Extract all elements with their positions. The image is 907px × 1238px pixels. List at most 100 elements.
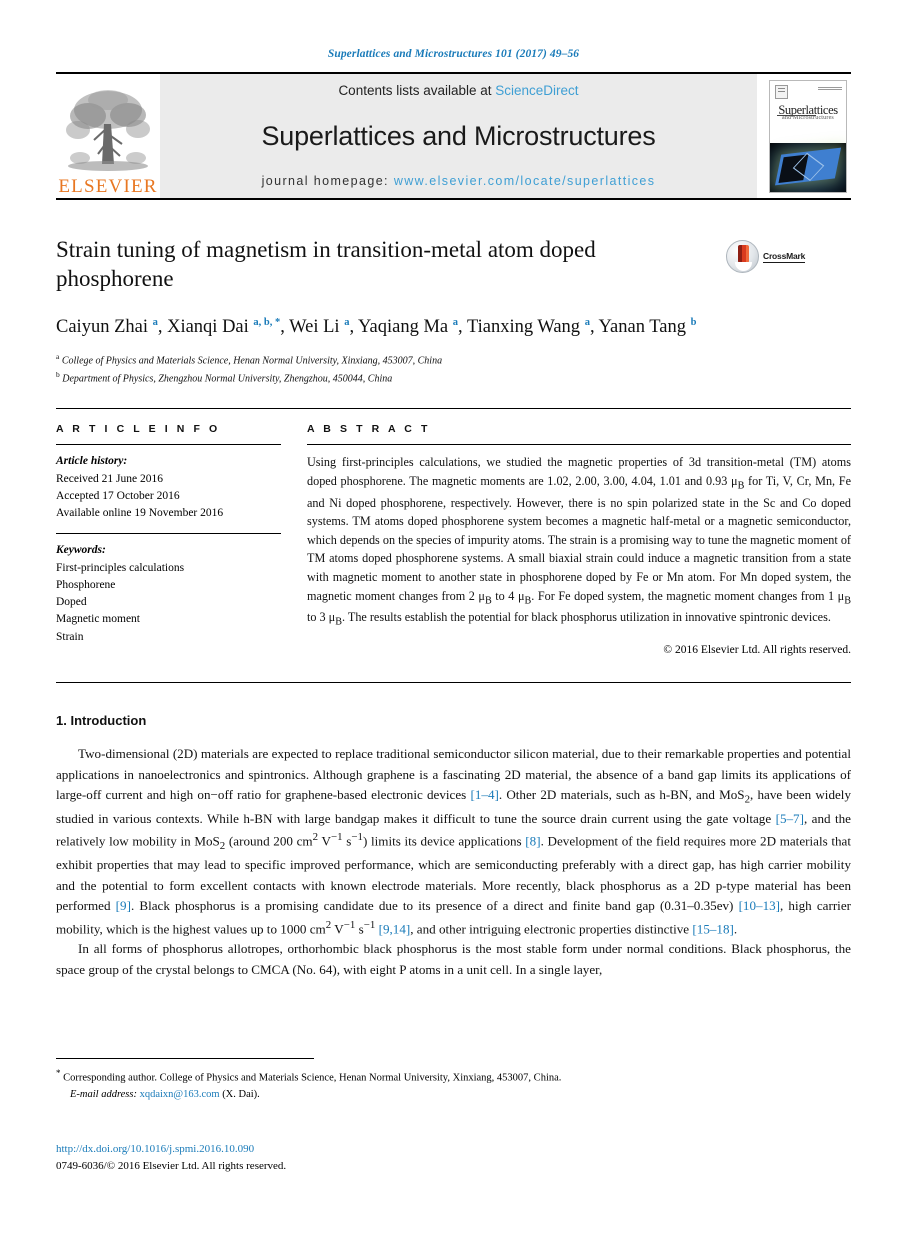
email-label: E-mail address: [70,1089,137,1101]
footnote-rule [56,1058,314,1059]
cover-journal-subtitle: and Microstructures [782,115,834,122]
affiliation-text: College of Physics and Materials Science… [59,355,443,367]
sciencedirect-link[interactable]: ScienceDirect [495,83,578,98]
paragraph-1: Two-dimensional (2D) materials are expec… [56,746,851,936]
abstract-rule [307,444,851,446]
author-separator: , [349,316,359,337]
paper-page: Superlattices and Microstructures 101 (2… [0,0,907,1238]
issn-copyright-line: 0749-6036/© 2016 Elsevier Ltd. All right… [56,1159,287,1172]
author-affiliation-mark: b [690,316,697,328]
citation-link[interactable]: [9] [116,898,131,913]
cover-top: Superlattices and Microstructures [770,80,846,143]
superscript: −1 [343,918,356,931]
citation-link[interactable]: [8] [525,834,540,849]
superscript: −1 [363,918,376,931]
cover-artwork-shape [775,148,841,187]
superscript: −1 [330,831,343,844]
crossmark-badge-group[interactable]: CrossMark [726,240,805,273]
journal-title: Superlattices and Microstructures [261,120,656,151]
masthead-center: Contents lists available at ScienceDirec… [160,74,757,198]
corresponding-author-text: Corresponding author. College of Physics… [63,1072,562,1084]
affiliation-list: a College of Physics and Materials Scien… [56,351,851,387]
cover-elsevier-icon [775,84,788,99]
citation-link[interactable]: [1–4] [470,787,498,802]
contents-prefix: Contents lists available at [338,83,496,98]
author-separator: , [458,316,467,337]
abstract-text: Using first-principles calculations, we … [307,455,851,628]
email-owner: (X. Dai). [222,1089,260,1101]
keyword-item: Doped [56,596,87,609]
asterisk-icon: * [56,1068,61,1078]
info-rule-bottom [56,682,851,684]
footnote-block: * Corresponding author. College of Physi… [56,1066,856,1104]
author-affiliation-mark: a, b, * [253,316,281,328]
keyword-item: Strain [56,630,84,643]
article-history-label: Article history: [56,455,128,468]
keyword-item: Phosphorene [56,578,116,591]
keyword-item: Magnetic moment [56,613,140,626]
journal-masthead: ELSEVIER Contents lists available at Sci… [56,72,851,200]
author-list: Caiyun Zhai a, Xianqi Dai a, b, *, Wei L… [56,314,756,341]
crossmark-label: CrossMark [763,250,806,263]
subscript: B [335,616,342,628]
author-separator: , [157,316,168,337]
superscript: 2 [325,918,332,931]
section-body-introduction: Two-dimensional (2D) materials are expec… [56,744,851,980]
journal-cover-thumbnail: Superlattices and Microstructures [765,74,851,198]
superscript: −1 [351,831,363,844]
citation-link[interactable]: [9,14] [379,921,411,936]
superscript: 2 [312,831,319,844]
affiliation-text: Department of Physics, Zhengzhou Normal … [59,372,393,384]
author-name: Wei Li [289,316,345,337]
keywords-rule [56,533,281,535]
article-history-item: Received 21 June 2016 [56,472,163,485]
citation-link[interactable]: [5–7] [776,811,804,826]
author-name: Tianxing Wang [466,316,585,337]
doi-block: http://dx.doi.org/10.1016/j.spmi.2016.10… [56,1141,856,1174]
cover-inner: Superlattices and Microstructures [769,79,847,193]
subscript: 2 [744,793,751,806]
keywords-label: Keywords: [56,544,106,557]
author-name: Caiyun Zhai [56,316,153,337]
article-history-item: Available online 19 November 2016 [56,507,224,520]
section-heading-introduction: 1. Introduction [56,713,147,729]
elsevier-logo: ELSEVIER [56,74,160,198]
abstract-heading: A B S T R A C T [307,423,431,436]
article-history-lines: Received 21 June 2016 Accepted 17 October… [56,471,281,523]
email-note: E-mail address: xqdaixn@163.com (X. Dai)… [56,1087,856,1104]
doi-link[interactable]: http://dx.doi.org/10.1016/j.spmi.2016.10… [56,1141,856,1158]
author-separator: , [280,316,290,337]
author-name: Xianqi Dai [167,316,254,337]
author-name: Yanan Tang [598,316,691,337]
contents-available-line: Contents lists available at ScienceDirec… [338,83,578,98]
keyword-item: First-principles calculations [56,561,185,574]
subscript: B [737,480,745,492]
paragraph-2: In all forms of phosphorus allotropes, o… [56,941,851,977]
subscript: 2 [219,840,226,853]
journal-homepage-line: journal homepage: www.elsevier.com/locat… [262,174,656,188]
info-abstract-row: A R T I C L E I N F O Article history: R… [56,423,851,656]
article-info-rule [56,444,281,446]
subscript: B [484,595,492,607]
subscript: B [844,595,851,607]
crossmark-icon [726,240,759,273]
email-link[interactable]: xqdaixn@163.com [140,1089,220,1100]
affiliation-item: b Department of Physics, Zhengzhou Norma… [56,369,851,387]
citation-link[interactable]: [15–18] [692,921,733,936]
article-history-item: Accepted 17 October 2016 [56,489,180,502]
elsevier-tree-icon [66,90,150,171]
corresponding-author-note: * Corresponding author. College of Physi… [56,1066,856,1087]
title-block: Strain tuning of magnetism in transition… [56,236,851,294]
affiliation-item: a College of Physics and Materials Scien… [56,351,851,369]
author-separator: , [589,316,599,337]
article-info-column: A R T I C L E I N F O Article history: R… [56,423,281,656]
subscript: B [524,595,532,607]
page-title: Strain tuning of magnetism in transition… [56,237,596,291]
journal-homepage-link[interactable]: www.elsevier.com/locate/superlattices [394,174,656,188]
abstract-copyright: © 2016 Elsevier Ltd. All rights reserved… [663,644,851,657]
cover-tagline-lines [818,86,842,91]
info-rule-top [56,408,851,410]
citation-link[interactable]: [10–13] [739,898,780,913]
elsevier-wordmark: ELSEVIER [58,176,158,197]
author-name: Yaqiang Ma [358,316,453,337]
